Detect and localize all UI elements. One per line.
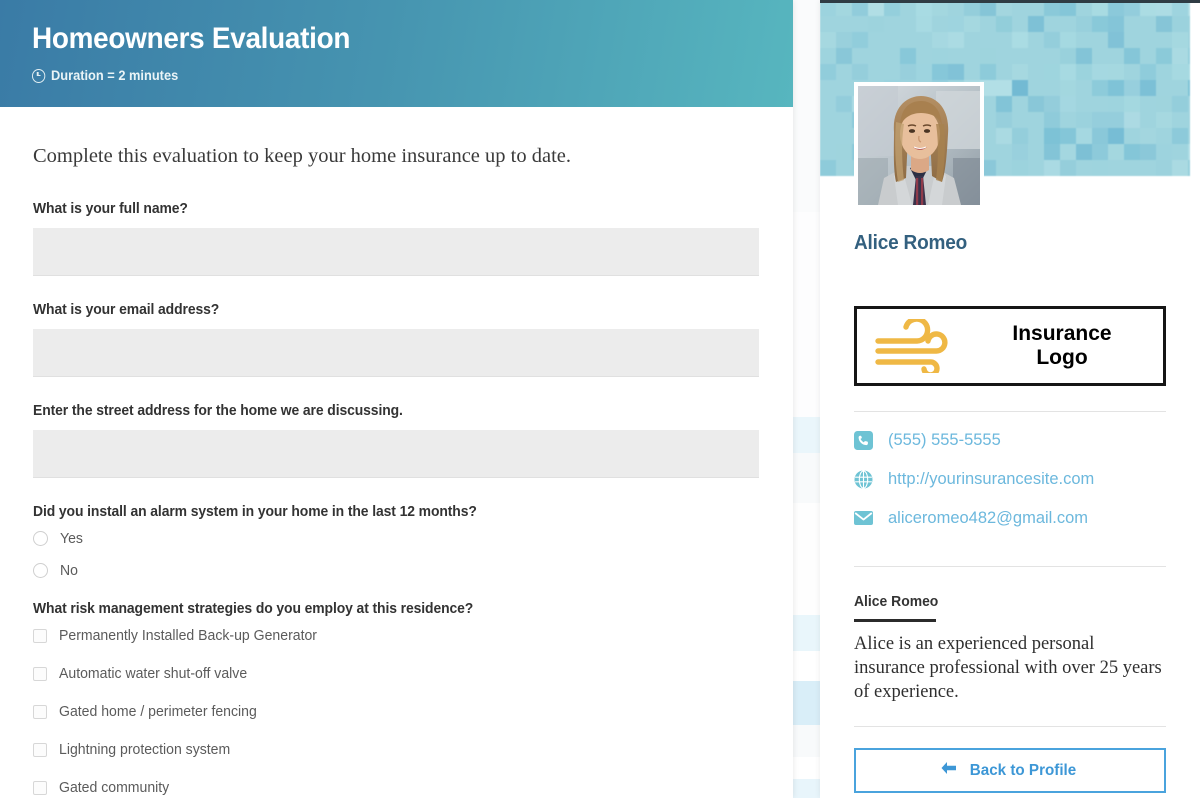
- divider-above-button: [854, 726, 1166, 727]
- duration-label: Duration = 2 minutes: [32, 68, 725, 83]
- label-risk-management: What risk management strategies do you e…: [33, 600, 474, 617]
- checkbox-option-fencing[interactable]: Gated home / perimeter fencing: [33, 704, 760, 720]
- globe-icon: [854, 469, 873, 489]
- intro-text: Complete this evaluation to keep your ho…: [33, 145, 571, 167]
- agent-sidebar: Alice Romeo Insurance Logo (555) 555-555…: [820, 0, 1200, 798]
- radio-icon[interactable]: [33, 531, 48, 547]
- website-text: http://yourinsurancesite.com: [888, 469, 1095, 488]
- duration-text: Duration = 2 minutes: [51, 68, 179, 83]
- phone-icon: [854, 430, 873, 450]
- checkbox-option-gated-community[interactable]: Gated community: [33, 780, 760, 796]
- contact-phone[interactable]: (555) 555-5555: [854, 430, 1174, 450]
- divider-above-contacts: [854, 411, 1166, 412]
- bio-rule: [854, 619, 936, 622]
- field-group-full-name: What is your full name?: [33, 201, 760, 276]
- label-street-address: Enter the street address for the home we…: [33, 402, 403, 419]
- avatar: [854, 82, 984, 209]
- checkbox-option-label: Permanently Installed Back-up Generator: [59, 627, 318, 644]
- sidebar-top-rule: [820, 0, 1200, 3]
- checkbox-option-generator[interactable]: Permanently Installed Back-up Generator: [33, 628, 760, 644]
- checkbox-option-label: Lightning protection system: [59, 741, 231, 758]
- wind-icon: [857, 319, 973, 373]
- agent-name: Alice Romeo: [854, 232, 968, 254]
- envelope-icon: [854, 509, 873, 528]
- radio-icon[interactable]: [33, 563, 48, 579]
- email-text: aliceromeo482@gmail.com: [888, 508, 1089, 527]
- phone-text: (555) 555-5555: [888, 430, 1001, 449]
- checkbox-icon[interactable]: [33, 666, 47, 681]
- evaluation-page: Homeowners Evaluation Duration = 2 minut…: [0, 0, 1200, 798]
- bio-text: Alice is an experienced personal insuran…: [854, 634, 1162, 703]
- checkbox-icon[interactable]: [33, 780, 47, 795]
- label-email: What is your email address?: [33, 301, 220, 318]
- checkbox-icon[interactable]: [33, 704, 47, 719]
- full-name-input[interactable]: [33, 227, 759, 276]
- evaluation-form-card: Homeowners Evaluation Duration = 2 minut…: [0, 0, 793, 798]
- street-address-input[interactable]: [33, 429, 759, 478]
- checkbox-option-label: Gated community: [59, 779, 170, 796]
- checkbox-option-label: Automatic water shut-off valve: [59, 665, 248, 682]
- arrow-left-icon: [940, 761, 957, 780]
- insurance-logo: Insurance Logo: [854, 306, 1166, 386]
- label-alarm-system: Did you install an alarm system in your …: [33, 503, 477, 520]
- back-to-profile-button[interactable]: Back to Profile: [854, 748, 1166, 793]
- checkbox-icon[interactable]: [33, 628, 47, 643]
- radio-question-group: Did you install an alarm system in your …: [33, 504, 760, 579]
- email-input[interactable]: [33, 328, 759, 377]
- contact-email[interactable]: aliceromeo482@gmail.com: [854, 508, 1174, 528]
- checkbox-option-label: Gated home / perimeter fencing: [59, 703, 257, 720]
- checkbox-option-water-valve[interactable]: Automatic water shut-off valve: [33, 666, 760, 682]
- logo-text-line2: Logo: [1036, 346, 1088, 369]
- radio-option-no[interactable]: No: [33, 563, 760, 579]
- clock-icon: [32, 68, 46, 83]
- label-full-name: What is your full name?: [33, 200, 188, 217]
- back-to-profile-label: Back to Profile: [970, 761, 1077, 779]
- field-group-street-address: Enter the street address for the home we…: [33, 403, 760, 478]
- radio-option-label: No: [60, 562, 78, 579]
- page-title: Homeowners Evaluation: [32, 22, 351, 55]
- divider-above-bio: [854, 566, 1166, 567]
- contact-list: (555) 555-5555 http://yourinsurancesite.…: [854, 430, 1174, 547]
- checkbox-icon[interactable]: [33, 742, 47, 757]
- bio-name: Alice Romeo: [854, 594, 939, 610]
- radio-option-yes[interactable]: Yes: [33, 531, 760, 547]
- form-header: Homeowners Evaluation Duration = 2 minut…: [0, 0, 793, 107]
- logo-text-line1: Insurance: [1012, 321, 1112, 345]
- contact-website[interactable]: http://yourinsurancesite.com: [854, 469, 1174, 489]
- radio-option-label: Yes: [60, 530, 83, 547]
- field-group-email: What is your email address?: [33, 302, 760, 377]
- logo-text: Insurance Logo: [973, 322, 1163, 370]
- form-body: Complete this evaluation to keep your ho…: [0, 107, 793, 796]
- checkbox-question-group: What risk management strategies do you e…: [33, 601, 760, 796]
- checkbox-option-lightning[interactable]: Lightning protection system: [33, 742, 760, 758]
